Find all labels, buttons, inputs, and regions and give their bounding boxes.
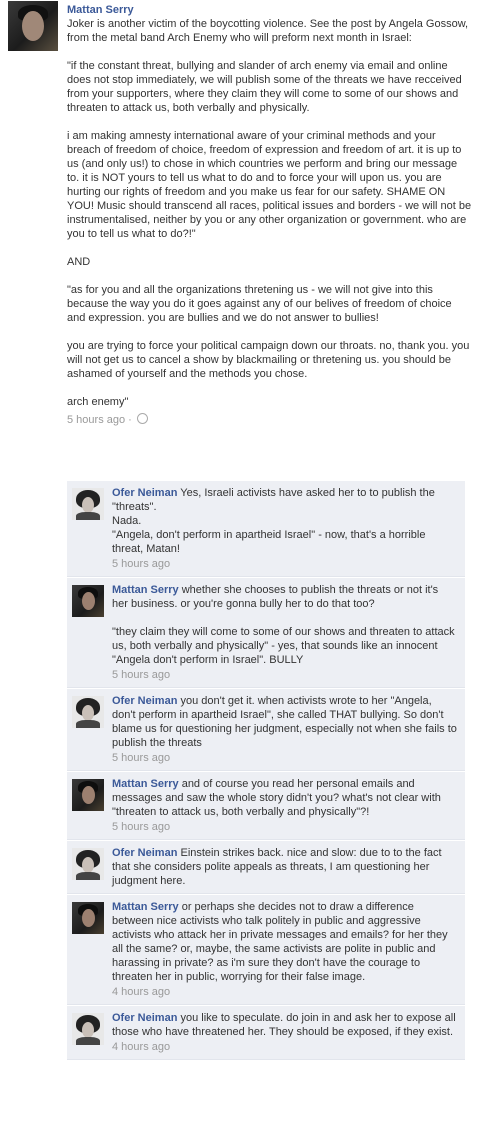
commenter-avatar[interactable] — [72, 696, 104, 728]
comment-timestamp[interactable]: 5 hours ago — [112, 820, 457, 834]
commenter-name-link[interactable]: Mattan Serry — [112, 901, 179, 913]
comment-body: Ofer Neiman Yes, Israeli activists have … — [112, 486, 457, 571]
comment-text: Mattan Serry whether she chooses to publ… — [112, 584, 439, 610]
post-meta: 5 hours ago · — [67, 413, 472, 427]
comment-list: Ofer Neiman Yes, Israeli activists have … — [67, 481, 465, 1061]
comment-text: Mattan Serry and of course you read her … — [112, 778, 441, 818]
commenter-name-link[interactable]: Ofer Neiman — [112, 847, 177, 859]
comment-timestamp[interactable]: 5 hours ago — [112, 557, 457, 571]
comment: Mattan Serry and of course you read her … — [67, 772, 465, 840]
comment-timestamp[interactable]: 5 hours ago — [112, 751, 457, 765]
post-paragraph: arch enemy" — [67, 396, 129, 408]
comment: Ofer Neiman you don't get it. when activ… — [67, 689, 465, 771]
comment: Ofer Neiman Einstein strikes back. nice … — [67, 841, 465, 894]
commenter-avatar[interactable] — [72, 902, 104, 934]
commenter-avatar[interactable] — [72, 488, 104, 520]
comment-text: Mattan Serry or perhaps she decides not … — [112, 901, 448, 983]
post-paragraph: "if the constant threat, bullying and sl… — [67, 60, 462, 114]
commenter-name-link[interactable]: Ofer Neiman — [112, 695, 177, 707]
post-paragraph: i am making amnesty international aware … — [67, 130, 472, 240]
commenter-avatar[interactable] — [72, 585, 104, 617]
comment-body: Mattan Serry and of course you read her … — [112, 777, 457, 834]
comment-text: Ofer Neiman you don't get it. when activ… — [112, 695, 457, 749]
comment: Mattan Serry whether she chooses to publ… — [67, 578, 465, 688]
comment: Ofer Neiman you like to speculate. do jo… — [67, 1006, 465, 1060]
comment-body: Mattan Serry whether she chooses to publ… — [112, 583, 457, 682]
post-paragraph: you are trying to force your political c… — [67, 340, 470, 380]
post-paragraph: AND — [67, 256, 91, 268]
post-timestamp[interactable]: 5 hours ago — [67, 414, 125, 426]
comment-text: Ofer Neiman you like to speculate. do jo… — [112, 1012, 456, 1038]
post-text: Joker is another victim of the boycottin… — [67, 17, 472, 409]
post-paragraph: Joker is another victim of the boycottin… — [67, 18, 469, 44]
commenter-name-link[interactable]: Ofer Neiman — [112, 487, 177, 499]
commenter-name-link[interactable]: Mattan Serry — [112, 778, 179, 790]
comment-body: Ofer Neiman Einstein strikes back. nice … — [112, 846, 457, 888]
comment-timestamp[interactable]: 4 hours ago — [112, 1040, 457, 1054]
comment-text: Ofer Neiman Einstein strikes back. nice … — [112, 847, 442, 887]
comment: Ofer Neiman Yes, Israeli activists have … — [67, 481, 465, 577]
post-paragraph: "as for you and all the organizations th… — [67, 284, 452, 324]
comment-body: Ofer Neiman you like to speculate. do jo… — [112, 1011, 457, 1054]
comment-body: Mattan Serry or perhaps she decides not … — [112, 900, 457, 999]
globe-icon — [136, 413, 148, 424]
post-author-link[interactable]: Mattan Serry — [67, 3, 472, 17]
comment-text: Nada. — [112, 515, 142, 527]
commenter-name-link[interactable]: Mattan Serry — [112, 584, 179, 596]
comment-text: Ofer Neiman Yes, Israeli activists have … — [112, 487, 435, 513]
comment-text — [112, 611, 457, 625]
comment-body: Ofer Neiman you don't get it. when activ… — [112, 694, 457, 765]
comment-text: "Angela, don't perform in apartheid Isra… — [112, 529, 426, 555]
post-body: Mattan Serry Joker is another victim of … — [67, 3, 472, 427]
comment-timestamp[interactable]: 4 hours ago — [112, 985, 457, 999]
commenter-avatar[interactable] — [72, 848, 104, 880]
comment-timestamp[interactable]: 5 hours ago — [112, 668, 457, 682]
comment: Mattan Serry or perhaps she decides not … — [67, 895, 465, 1005]
commenter-avatar[interactable] — [72, 779, 104, 811]
commenter-name-link[interactable]: Ofer Neiman — [112, 1012, 177, 1024]
commenter-avatar[interactable] — [72, 1013, 104, 1045]
author-avatar[interactable] — [8, 1, 58, 51]
comment-text: "they claim they will come to some of ou… — [112, 626, 455, 666]
